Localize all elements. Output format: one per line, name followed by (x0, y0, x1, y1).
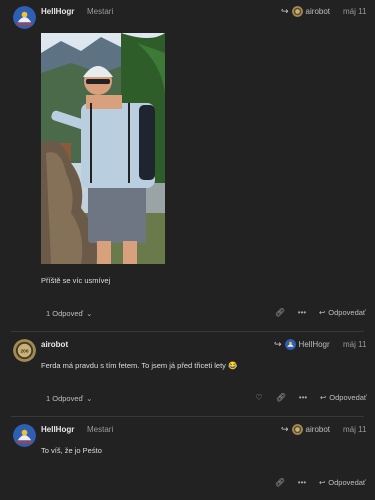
link-icon[interactable]: 🔗︎ (269, 478, 291, 487)
post-actions: 🔗︎ ••• ↩ Odpovedať (269, 478, 366, 487)
post-date[interactable]: máj 11 (343, 7, 366, 16)
reply-button[interactable]: ↩ Odpovedať (319, 478, 366, 487)
username[interactable]: airobot (41, 340, 68, 349)
replies-count: 1 Odpoveď (46, 309, 84, 318)
reply-button-label: Odpovedať (329, 393, 367, 402)
replies-toggle[interactable]: 1 Odpoveď ⌄ (46, 309, 92, 318)
reply-to-username: airobot (305, 7, 331, 16)
avatar[interactable] (13, 6, 36, 29)
post-body: Příště se víc usmívej (41, 276, 111, 285)
post-actions: 🔗︎ ••• ↩ Odpovedať (269, 308, 366, 317)
reply-icon: ↩ (319, 478, 326, 487)
more-icon[interactable]: ••• (291, 308, 313, 317)
link-icon[interactable]: 🔗︎ (269, 308, 291, 317)
replies-count: 1 Odpoveď (46, 394, 84, 403)
avatar (291, 6, 303, 17)
post-separator (11, 416, 364, 417)
reply-to-indicator[interactable]: ↪ airobot (281, 6, 330, 17)
chevron-down-icon: ⌄ (86, 309, 93, 318)
avatar[interactable] (13, 424, 36, 447)
reply-to-indicator[interactable]: ↪ airobot (281, 424, 330, 435)
post-2: 200 airobot ↪ HellHogr máj 11 Ferda má p… (0, 333, 375, 413)
reply-to-username: HellHogr (298, 340, 330, 349)
more-icon[interactable]: ••• (292, 393, 314, 402)
reply-to-indicator[interactable]: ↪ HellHogr (274, 339, 330, 350)
svg-text:200: 200 (21, 348, 29, 354)
reply-button-label: Odpovedať (328, 308, 366, 317)
post-body: Ferda má pravdu s tím fetem. To jsem já … (41, 361, 238, 370)
reply-to-username: airobot (305, 425, 331, 434)
post-photo[interactable] (41, 33, 165, 264)
heart-icon[interactable]: ♡ (248, 393, 270, 402)
user-title: Mestari (87, 425, 114, 434)
username[interactable]: HellHogr (41, 7, 74, 16)
avatar (291, 424, 303, 435)
post-date[interactable]: máj 11 (343, 425, 366, 434)
reply-arrow-icon: ↪ (274, 339, 282, 349)
reply-button-label: Odpovedať (328, 478, 366, 487)
reply-button[interactable]: ↩ Odpovedať (319, 308, 366, 317)
reply-icon: ↩ (319, 308, 326, 317)
username[interactable]: HellHogr (41, 425, 74, 434)
more-icon[interactable]: ••• (291, 478, 313, 487)
reply-arrow-icon: ↪ (281, 424, 289, 434)
post-1: HellHogr Mestari ↪ airobot máj 11 Příště… (0, 0, 375, 330)
post-3: HellHogr Mestari ↪ airobot máj 11 To víš… (0, 418, 375, 500)
chevron-down-icon: ⌄ (86, 394, 93, 403)
user-title: Mestari (87, 7, 114, 16)
avatar[interactable]: 200 (13, 339, 36, 362)
post-body: To víš, že jo Peśto (41, 446, 102, 455)
post-date[interactable]: máj 11 (343, 340, 366, 349)
reply-button[interactable]: ↩ Odpovedať (320, 393, 367, 402)
avatar (284, 339, 296, 350)
reply-icon: ↩ (320, 393, 327, 402)
replies-toggle[interactable]: 1 Odpoveď ⌄ (46, 394, 92, 403)
reply-arrow-icon: ↪ (281, 6, 289, 16)
post-separator (11, 331, 364, 332)
post-actions: ♡ 🔗︎ ••• ↩ Odpovedať (248, 393, 367, 402)
link-icon[interactable]: 🔗︎ (270, 393, 292, 402)
